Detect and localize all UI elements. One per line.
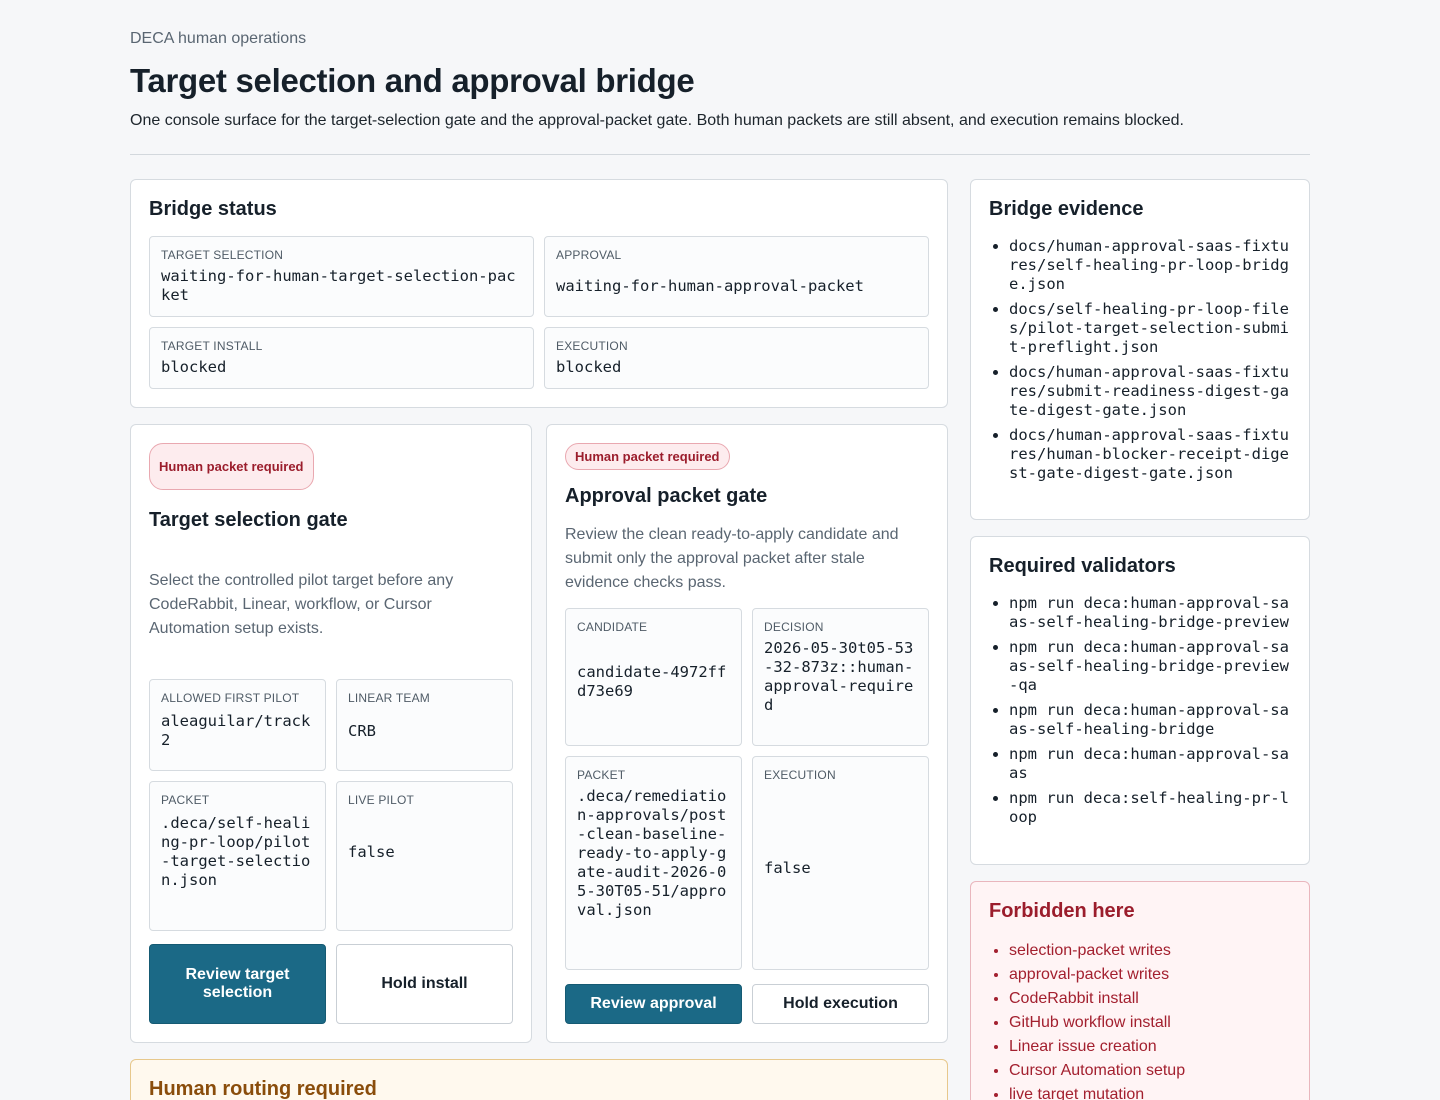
bridge-status-title: Bridge status <box>149 198 277 220</box>
field-label: LIVE PILOT <box>348 793 415 807</box>
divider <box>130 154 1310 155</box>
field-label: PACKET <box>161 793 210 807</box>
bridge-evidence-title: Bridge evidence <box>989 198 1144 220</box>
required-validators-panel: Required validators npm run deca:human-a… <box>970 536 1310 865</box>
field-packet: PACKET .deca/self-healing-pr-loop/pilot-… <box>149 781 326 931</box>
field-value: false <box>764 859 811 877</box>
page-title: Target selection and approval bridge <box>130 62 695 99</box>
forbidden-item: Linear issue creation <box>1009 1035 1291 1059</box>
approval-gate-title: Approval packet gate <box>565 485 768 507</box>
field-value: false <box>348 843 395 861</box>
field-value: blocked <box>161 358 227 376</box>
field-label: DECISION <box>764 620 824 634</box>
validator-item: npm run deca:human-approval-saas-self-he… <box>1009 638 1291 695</box>
field-label: EXECUTION <box>556 339 628 353</box>
field-label: ALLOWED FIRST PILOT <box>161 691 300 705</box>
field-linear-team: LINEAR TEAM CRB <box>336 679 513 771</box>
field-approval-packet: PACKET .deca/remediation-approvals/post-… <box>565 756 742 970</box>
field-label: EXECUTION <box>764 768 836 782</box>
forbidden-item: approval-packet writes <box>1009 963 1291 987</box>
bridge-evidence-panel: Bridge evidence docs/human-approval-saas… <box>970 179 1310 520</box>
hold-execution-button[interactable]: Hold execution <box>752 984 929 1024</box>
field-live-pilot: LIVE PILOT false <box>336 781 513 931</box>
evidence-item: docs/human-approval-saas-fixtures/submit… <box>1009 363 1291 420</box>
field-value: aleaguilar/track2 <box>161 712 311 749</box>
forbidden-item: Cursor Automation setup <box>1009 1059 1291 1083</box>
status-execution: EXECUTION blocked <box>544 327 929 389</box>
field-label: TARGET INSTALL <box>161 339 263 353</box>
status-target-selection: TARGET SELECTION waiting-for-human-targe… <box>149 236 534 317</box>
field-label: TARGET SELECTION <box>161 248 284 262</box>
field-approval-execution: EXECUTION false <box>752 756 929 970</box>
field-label: CANDIDATE <box>577 620 648 634</box>
forbidden-item: selection-packet writes <box>1009 939 1291 963</box>
target-gate-description: Select the controlled pilot target befor… <box>149 572 454 637</box>
forbidden-item: GitHub workflow install <box>1009 1011 1291 1035</box>
field-decision: DECISION 2026-05-30t05-53-32-873z::human… <box>752 608 929 746</box>
validators-title: Required validators <box>989 555 1176 577</box>
forbidden-panel: Forbidden here selection-packet writes a… <box>970 881 1310 1100</box>
routing-title: Human routing required <box>149 1078 377 1100</box>
field-value: blocked <box>556 358 622 376</box>
page-subtitle: One console surface for the target-selec… <box>130 112 1184 129</box>
forbidden-item: live target mutation <box>1009 1083 1291 1100</box>
human-packet-badge: Human packet required <box>565 443 730 470</box>
eyebrow: DECA human operations <box>130 30 307 47</box>
status-target-install: TARGET INSTALL blocked <box>149 327 534 389</box>
forbidden-title: Forbidden here <box>989 900 1135 922</box>
page: DECA human operations Target selection a… <box>0 0 1440 1100</box>
validator-item: npm run deca:self-healing-pr-loop <box>1009 789 1291 827</box>
validators-list: npm run deca:human-approval-saas-self-he… <box>989 594 1291 827</box>
field-value: .deca/remediation-approvals/post-clean-b… <box>577 787 727 919</box>
evidence-item: docs/human-approval-saas-fixtures/self-h… <box>1009 237 1291 294</box>
field-value: 2026-05-30t05-53-32-873z::human-approval… <box>764 639 914 714</box>
validator-item: npm run deca:human-approval-saas <box>1009 745 1291 783</box>
hold-install-button[interactable]: Hold install <box>336 944 513 1024</box>
field-allowed-first-pilot: ALLOWED FIRST PILOT aleaguilar/track2 <box>149 679 326 771</box>
review-target-selection-button[interactable]: Review target selection <box>149 944 326 1024</box>
target-gate-title: Target selection gate <box>149 509 348 531</box>
evidence-item: docs/human-approval-saas-fixtures/human-… <box>1009 426 1291 483</box>
approval-packet-gate-panel: Human packet required Approval packet ga… <box>546 424 948 1043</box>
forbidden-item: CodeRabbit install <box>1009 987 1291 1011</box>
evidence-list: docs/human-approval-saas-fixtures/self-h… <box>989 237 1291 483</box>
status-approval: APPROVAL waiting-for-human-approval-pack… <box>544 236 929 317</box>
forbidden-list: selection-packet writes approval-packet … <box>989 939 1291 1100</box>
evidence-item: docs/self-healing-pr-loop-files/pilot-ta… <box>1009 300 1291 357</box>
bridge-status-panel: Bridge status TARGET SELECTION waiting-f… <box>130 179 948 408</box>
field-candidate: CANDIDATE candidate-4972ffd73e69 <box>565 608 742 746</box>
field-value: CRB <box>348 722 376 740</box>
review-approval-button[interactable]: Review approval <box>565 984 742 1024</box>
approval-gate-description: Review the clean ready-to-apply candidat… <box>565 526 899 591</box>
validator-item: npm run deca:human-approval-saas-self-he… <box>1009 594 1291 632</box>
validator-item: npm run deca:human-approval-saas-self-he… <box>1009 701 1291 739</box>
field-label: LINEAR TEAM <box>348 691 430 705</box>
field-value: waiting-for-human-target-selection-packe… <box>161 267 516 304</box>
field-label: APPROVAL <box>556 248 622 262</box>
human-packet-badge: Human packet required <box>149 443 314 490</box>
target-selection-gate-panel: Human packet required Target selection g… <box>130 424 532 1043</box>
human-routing-panel: Human routing required <box>130 1059 948 1100</box>
field-value: waiting-for-human-approval-packet <box>556 277 864 295</box>
field-value: .deca/self-healing-pr-loop/pilot-target-… <box>161 814 311 889</box>
field-value: candidate-4972ffd73e69 <box>577 663 727 700</box>
field-label: PACKET <box>577 768 626 782</box>
